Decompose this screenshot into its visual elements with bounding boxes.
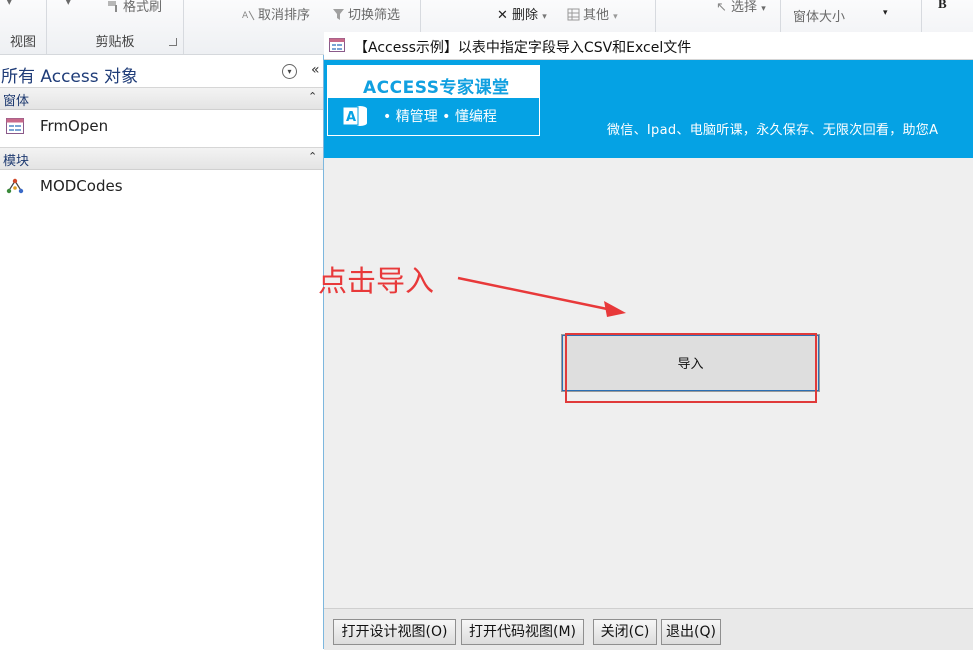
cancel-sort-button[interactable]: A 取消排序 (242, 4, 310, 23)
logo-subtitle: • 精管理 • 懂编程 (383, 109, 497, 125)
form-window: 【Access示例】以表中指定字段导入CSV和Excel文件 ACCESS专家课… (318, 32, 973, 650)
window-title: 【Access示例】以表中指定字段导入CSV和Excel文件 (354, 40, 692, 56)
dropdown-arrow-icon: ▾ (542, 12, 547, 22)
nav-menu-icon[interactable]: ▾ (282, 64, 297, 79)
form-icon (6, 118, 24, 134)
cursor-icon: ↖ (716, 0, 727, 15)
svg-text:A: A (242, 11, 249, 21)
view-button-remnant[interactable]: ▾ (6, 0, 13, 9)
brush-icon (108, 1, 117, 12)
other-label: 其他 (583, 8, 610, 23)
nav-title: 所有 Access 对象 (1, 67, 139, 87)
ribbon-group-view: ▾ 视图 (0, 0, 47, 54)
delete-x-icon: ✕ (497, 8, 508, 23)
toggle-filter-button[interactable]: 切换筛选 (332, 4, 400, 23)
close-button[interactable]: 关闭(C) (593, 619, 657, 645)
ribbon-group-label: 视图 (9, 35, 36, 50)
filter-icon (333, 9, 344, 20)
annotation-arrow-icon (457, 276, 626, 317)
clipboard-launcher-icon[interactable] (169, 38, 177, 46)
form-icon (329, 38, 345, 52)
chevron-up-icon[interactable]: ⌃ (308, 90, 317, 103)
open-code-view-button[interactable]: 打开代码视图(M) (461, 619, 584, 645)
bold-button[interactable]: B (938, 0, 947, 12)
logo: ACCESS专家课堂 A • 精管理 • 懂编程 (327, 65, 540, 136)
delete-label: 删除 (512, 8, 539, 23)
banner-ad-text: 微信、Ipad、电脑听课，永久保存、无限次回看，助您A (607, 123, 939, 138)
grid-icon (567, 8, 580, 21)
dropdown-arrow-icon: ▾ (613, 12, 618, 22)
nav-item-label: MODCodes (40, 177, 123, 195)
logo-text: ACCESS专家课堂 (363, 78, 510, 98)
window-dropdown-icon[interactable]: ▾ (883, 8, 888, 18)
nav-section-forms[interactable]: 窗体 ⌃ (0, 87, 323, 110)
window-titlebar[interactable]: 【Access示例】以表中指定字段导入CSV和Excel文件 (324, 32, 973, 60)
header-banner: ACCESS专家课堂 A • 精管理 • 懂编程 微信、Ipad、电脑听课，永久… (324, 60, 973, 158)
annotation-text: 点击导入 (318, 264, 435, 298)
toggle-filter-label: 切换筛选 (348, 8, 401, 23)
cancel-sort-label: 取消排序 (258, 8, 311, 23)
paste-remnant[interactable]: ▾ (65, 0, 72, 9)
dropdown-arrow-icon: ▾ (761, 4, 766, 14)
nav-item-modcodes[interactable]: MODCodes (0, 172, 323, 200)
ribbon-group-clipboard: ▾ 格式刷 剪贴板 (47, 0, 184, 54)
select-label: 选择 (731, 0, 758, 15)
nav-collapse-icon[interactable]: « (311, 62, 320, 78)
nav-item-frmopen[interactable]: FrmOpen (0, 112, 323, 140)
delete-button[interactable]: ✕ 删除 ▾ (497, 4, 547, 23)
other-button[interactable]: 其他 ▾ (567, 4, 618, 23)
ribbon-group-label: 剪贴板 (95, 35, 135, 50)
logo-top: ACCESS专家课堂 (328, 66, 539, 98)
nav-section-label: 模块 (3, 154, 30, 169)
import-button[interactable]: 导入 (561, 334, 820, 392)
nav-section-label: 窗体 (3, 94, 30, 109)
navigation-pane: 所有 Access 对象 ▾ « 窗体 ⌃ FrmOpen 模块 ⌃ MODCo… (0, 55, 324, 649)
format-painter-button[interactable]: 格式刷 (107, 0, 162, 15)
footer-bar: 打开设计视图(O) 打开代码视图(M) 关闭(C) 退出(Q) (324, 608, 973, 650)
module-icon (6, 178, 24, 194)
nav-header[interactable]: 所有 Access 对象 ▾ « (0, 55, 323, 88)
open-design-view-button[interactable]: 打开设计视图(O) (333, 619, 456, 645)
nav-item-label: FrmOpen (40, 117, 109, 135)
chevron-up-icon[interactable]: ⌃ (308, 150, 317, 163)
nav-section-modules[interactable]: 模块 ⌃ (0, 147, 323, 170)
access-logo-icon: A (342, 106, 367, 126)
window-size-button[interactable]: 窗体大小 (793, 6, 845, 25)
exit-button[interactable]: 退出(Q) (661, 619, 721, 645)
select-button[interactable]: ↖ 选择 ▾ (716, 0, 766, 15)
window-size-label: 窗体大小 (793, 10, 846, 25)
svg-text:A: A (346, 110, 356, 125)
format-painter-label: 格式刷 (123, 0, 163, 15)
cancel-sort-icon: A (242, 10, 255, 21)
